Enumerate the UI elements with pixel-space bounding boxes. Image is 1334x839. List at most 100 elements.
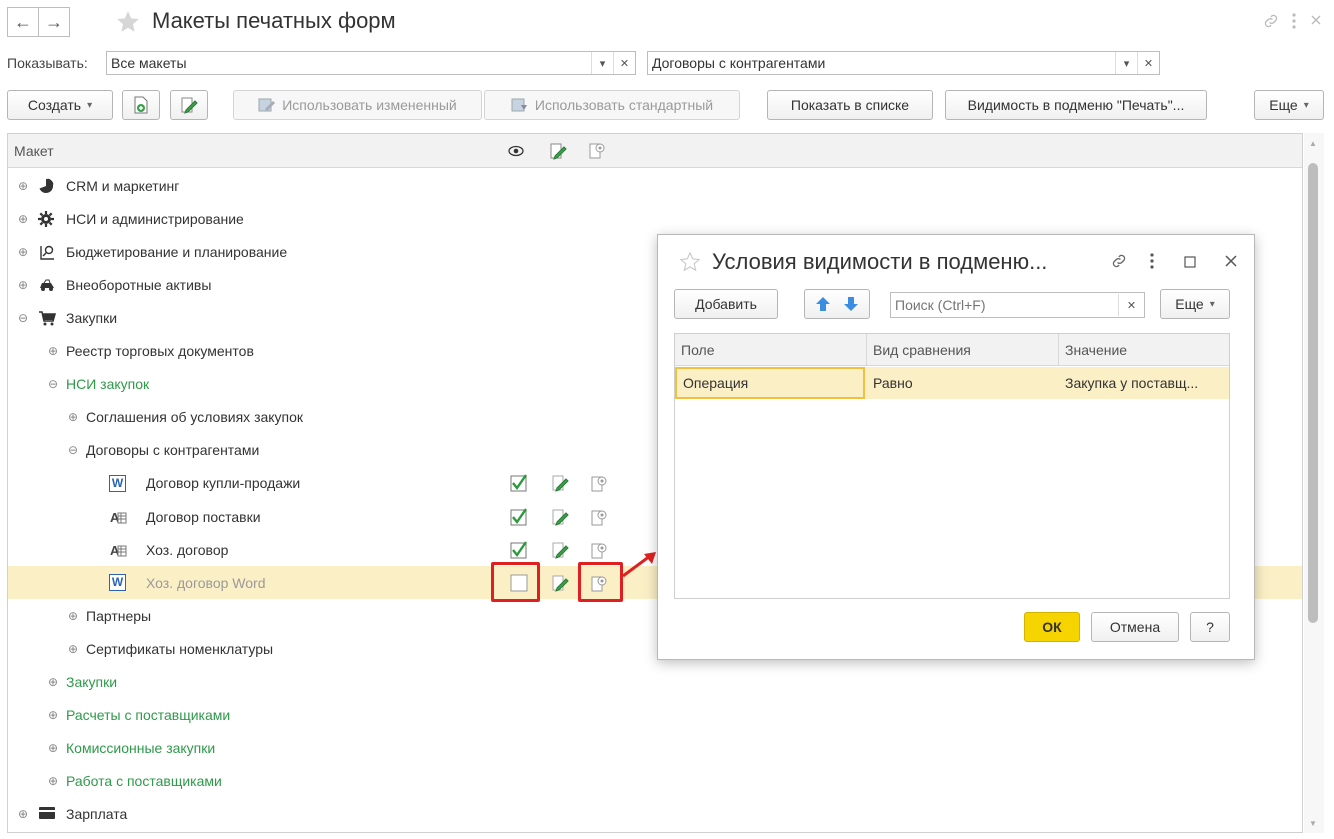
template-settings-icon[interactable] — [589, 541, 607, 559]
back-button[interactable]: ← — [7, 7, 39, 37]
visibility-checkbox[interactable] — [510, 474, 528, 492]
tree-group-row[interactable]: ⊕ Зарплата — [8, 798, 1302, 831]
row-label: Закупки — [66, 309, 118, 326]
arrow-down-icon[interactable] — [843, 296, 859, 312]
object-filter-select[interactable]: Договоры с контрагентами ▾ ✕ — [647, 51, 1160, 75]
tree-group-row[interactable]: ⊕ Комиссионные закупки — [8, 732, 1302, 765]
expand-icon[interactable]: ⊕ — [18, 278, 28, 292]
conditions-table[interactable]: Поле Вид сравнения Значение Операция Рав… — [674, 333, 1230, 599]
forward-button[interactable]: → — [38, 7, 70, 37]
expand-icon[interactable]: ⊕ — [48, 675, 58, 689]
row-label: Закупки — [66, 674, 118, 690]
close-icon[interactable] — [1224, 254, 1238, 268]
cell-field[interactable]: Операция — [675, 367, 865, 399]
show-in-list-button[interactable]: Показать в списке — [767, 90, 933, 120]
help-button[interactable]: ? — [1190, 612, 1230, 642]
use-modified-button[interactable]: Использовать измененный — [233, 90, 482, 120]
clear-search-icon[interactable]: ✕ — [1118, 294, 1144, 316]
expand-icon[interactable]: ⊕ — [68, 609, 78, 623]
row-label: Договоры с контрагентами — [86, 442, 260, 459]
spreadsheet-document-icon: A — [109, 541, 127, 558]
edit-pencil-icon[interactable] — [549, 142, 567, 160]
budget-icon — [38, 244, 54, 260]
more-button[interactable]: Еще ▾ — [1254, 90, 1324, 120]
eye-icon[interactable] — [508, 144, 524, 158]
close-icon[interactable] — [1310, 14, 1322, 26]
column-header-comparison[interactable]: Вид сравнения — [867, 334, 1059, 366]
expand-icon[interactable]: ⊕ — [48, 774, 58, 788]
search-field[interactable]: ✕ — [890, 292, 1145, 318]
column-header-template[interactable]: Макет — [14, 143, 54, 159]
use-standard-button[interactable]: Использовать стандартный — [484, 90, 740, 120]
template-settings-icon[interactable] — [587, 141, 607, 161]
cell-value[interactable]: Закупка у поставщ... — [1059, 367, 1231, 399]
scroll-up-icon[interactable]: ▲ — [1309, 139, 1317, 148]
dropdown-arrow-icon[interactable]: ▾ — [591, 52, 613, 74]
collapse-icon[interactable]: ⊖ — [68, 443, 78, 457]
column-header-value[interactable]: Значение — [1059, 334, 1231, 366]
visibility-checkbox[interactable] — [510, 507, 528, 526]
expand-icon[interactable]: ⊕ — [48, 741, 58, 755]
visibility-conditions-dialog[interactable]: Условия видимости в подменю... Добавить … — [657, 234, 1255, 660]
arrow-pointer-icon — [622, 552, 656, 578]
scroll-down-icon[interactable]: ▼ — [1309, 819, 1317, 828]
favorite-star-icon[interactable] — [114, 9, 142, 35]
row-label: Партнеры — [86, 607, 152, 624]
visibility-checkbox[interactable] — [510, 540, 528, 559]
clear-icon[interactable]: ✕ — [1137, 52, 1159, 74]
expand-icon[interactable]: ⊕ — [18, 179, 28, 193]
dialog-more-button[interactable]: Еще ▾ — [1160, 289, 1230, 319]
grid-header: Макет — [8, 134, 1302, 168]
tree-group-row[interactable]: ⊕ НСИ и администрирование — [8, 202, 1302, 235]
collapse-icon[interactable]: ⊖ — [18, 311, 28, 325]
arrow-up-icon[interactable] — [815, 296, 831, 312]
expand-icon[interactable]: ⊕ — [48, 344, 58, 358]
template-settings-icon[interactable] — [589, 508, 607, 526]
edit-pencil-icon[interactable] — [551, 541, 569, 559]
cell-comparison[interactable]: Равно — [867, 367, 1059, 399]
table-row[interactable]: Операция Равно Закупка у поставщ... — [675, 367, 1229, 399]
clear-icon[interactable]: ✕ — [613, 52, 635, 74]
tree-group-row[interactable]: ⊕ Расчеты с поставщиками — [8, 699, 1302, 732]
more-vertical-icon[interactable] — [1290, 12, 1298, 30]
add-condition-button[interactable]: Добавить — [674, 289, 778, 319]
more-vertical-icon[interactable] — [1148, 252, 1156, 270]
maximize-icon[interactable] — [1184, 256, 1196, 268]
new-template-button[interactable] — [122, 90, 160, 120]
link-icon[interactable] — [1262, 12, 1280, 30]
visibility-print-submenu-button[interactable]: Видимость в подменю "Печать"... — [945, 90, 1207, 120]
edit-pencil-icon[interactable] — [551, 474, 569, 493]
scroll-thumb[interactable] — [1308, 163, 1318, 623]
tree-group-row[interactable]: ⊕ Работа с поставщиками — [8, 765, 1302, 798]
cancel-button[interactable]: Отмена — [1091, 612, 1179, 642]
collapse-icon[interactable]: ⊖ — [48, 377, 58, 391]
expand-icon[interactable]: ⊕ — [18, 807, 28, 821]
edit-template-button[interactable] — [170, 90, 208, 120]
tree-group-row[interactable]: ⊕ Закупки — [8, 666, 1302, 699]
edit-pencil-icon[interactable] — [551, 508, 569, 526]
show-filter-select[interactable]: Все макеты ▾ ✕ — [106, 51, 636, 75]
cart-icon — [38, 310, 57, 326]
edit-pencil-icon — [181, 97, 198, 114]
expand-icon[interactable]: ⊕ — [18, 245, 28, 259]
row-label: Внеоборотные активы — [66, 276, 212, 293]
expand-icon[interactable]: ⊕ — [68, 410, 78, 424]
edit-pencil-icon[interactable] — [551, 574, 569, 592]
column-header-field[interactable]: Поле — [675, 334, 867, 366]
expand-icon[interactable]: ⊕ — [18, 212, 28, 226]
expand-icon[interactable]: ⊕ — [68, 642, 78, 656]
vertical-scrollbar[interactable]: ▲ ▼ — [1304, 133, 1324, 833]
dropdown-arrow-icon[interactable]: ▾ — [1115, 52, 1137, 74]
search-input[interactable] — [895, 297, 1118, 313]
create-button[interactable]: Создать ▾ — [7, 90, 113, 120]
favorite-star-icon[interactable] — [678, 251, 702, 273]
template-settings-icon[interactable] — [589, 474, 607, 492]
expand-icon[interactable]: ⊕ — [48, 708, 58, 722]
word-document-icon: W — [109, 574, 126, 592]
row-label: Соглашения об условиях закупок — [86, 409, 304, 426]
chevron-down-icon: ▾ — [1209, 298, 1215, 310]
tree-group-row[interactable]: ⊕ CRM и маркетинг — [8, 169, 1302, 202]
standard-template-icon — [511, 98, 527, 112]
ok-button[interactable]: ОК — [1024, 612, 1080, 642]
link-icon[interactable] — [1110, 252, 1128, 270]
